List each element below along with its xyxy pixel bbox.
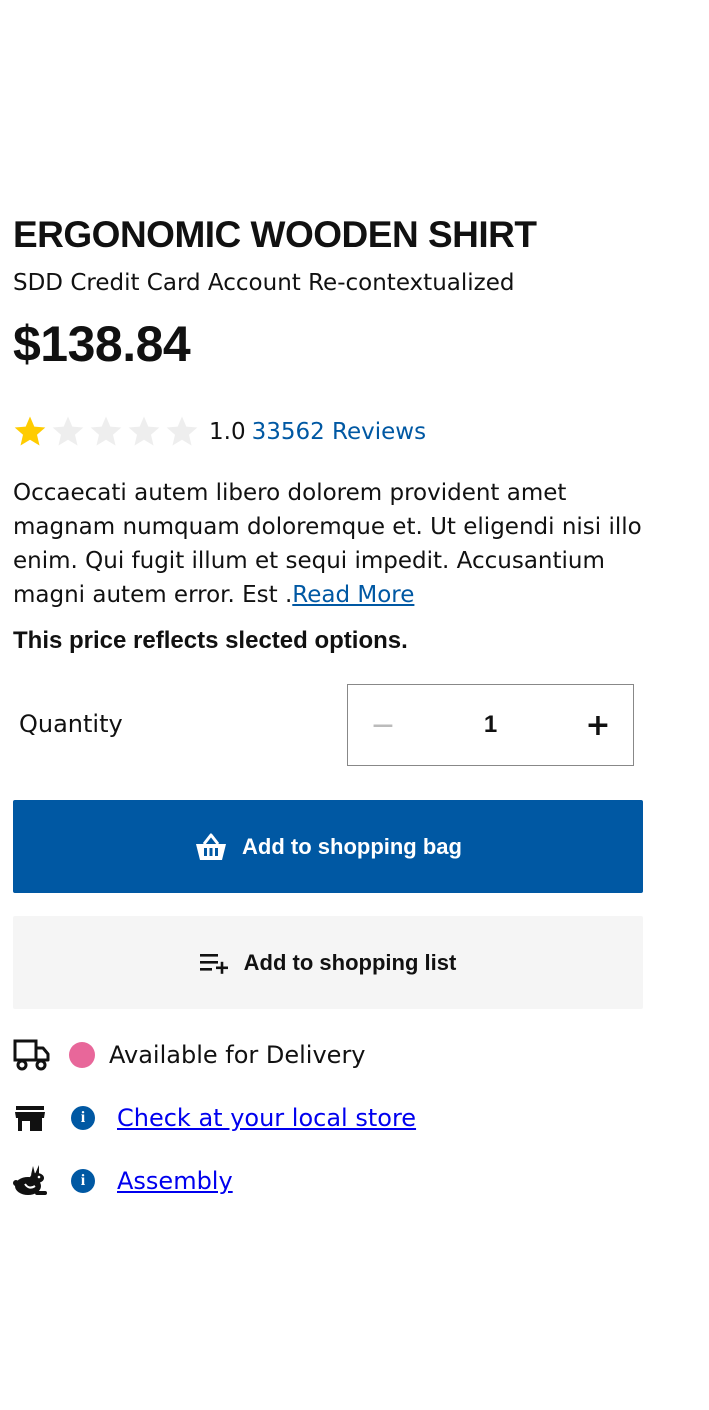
info-icon[interactable]: i (71, 1169, 95, 1193)
assembly-row: i Assembly (13, 1163, 643, 1199)
product-subtitle: SDD Credit Card Account Re-contextualize… (13, 270, 515, 296)
star-empty-icon (52, 416, 84, 446)
add-to-bag-button[interactable]: Add to shopping bag (13, 800, 643, 893)
product-price: $138.84 (13, 316, 191, 372)
quantity-decrease-button[interactable]: − (348, 685, 418, 765)
star-empty-icon (90, 416, 122, 446)
add-to-list-label: Add to shopping list (243, 949, 457, 975)
playlist-add-icon (199, 951, 230, 975)
star-empty-icon (166, 416, 198, 446)
product-title: ERGONOMIC WOODEN SHIRT (13, 214, 537, 255)
truck-icon (13, 1037, 51, 1073)
rating-value: 1.0 (209, 419, 246, 445)
rabbit-icon (13, 1163, 51, 1199)
quantity-increase-button[interactable]: + (563, 685, 633, 765)
delivery-row: Available for Delivery (13, 1037, 643, 1073)
quantity-label: Quantity (19, 710, 123, 738)
rating-row: 1.0 33562 Reviews (13, 414, 643, 450)
reviews-link[interactable]: 33562 Reviews (252, 419, 427, 445)
quantity-row: Quantity − 1 + (13, 684, 643, 770)
check-local-store-link[interactable]: Check at your local store (117, 1104, 416, 1132)
product-description: Occaecati autem libero dolorem provident… (13, 476, 643, 612)
quantity-stepper: − 1 + (347, 684, 634, 766)
star-filled-icon (14, 416, 46, 446)
delivery-text: Available for Delivery (109, 1041, 366, 1069)
rating-stars (13, 415, 199, 449)
star-empty-icon (128, 416, 160, 446)
store-icon (13, 1100, 51, 1136)
basket-icon (194, 832, 228, 862)
assembly-link[interactable]: Assembly (117, 1167, 233, 1195)
info-icon[interactable]: i (71, 1106, 95, 1130)
add-to-list-button[interactable]: Add to shopping list (13, 916, 643, 1009)
product-summary: ERGONOMIC WOODEN SHIRT SDD Credit Card A… (13, 212, 643, 1226)
delivery-status-dot (69, 1042, 95, 1068)
price-note: This price reflects slected options. (13, 627, 408, 654)
add-to-bag-label: Add to shopping bag (242, 833, 462, 859)
store-row: i Check at your local store (13, 1100, 643, 1136)
availability-list: Available for Delivery i Check at your l… (13, 1037, 643, 1199)
quantity-value[interactable]: 1 (484, 711, 497, 739)
read-more-link[interactable]: Read More (292, 582, 414, 608)
